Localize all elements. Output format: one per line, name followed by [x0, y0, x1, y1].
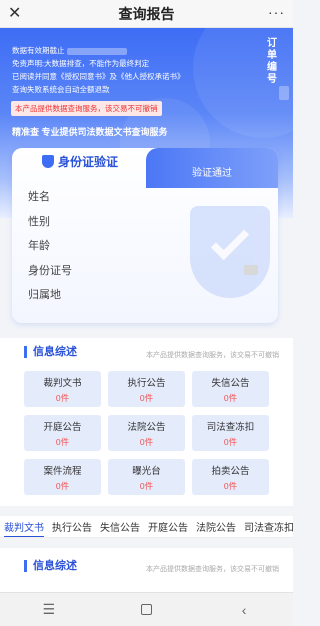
- notice-line[interactable]: 已阅读并同意《授权同意书》及《他人授权承诺书》: [12, 70, 232, 83]
- summary-item-court-notices[interactable]: 法院公告 0件: [108, 415, 185, 451]
- info-summary-section-2: 信息综述 本产品提供数据查询服务，该交易不可撤销: [0, 548, 293, 592]
- info-summary-section: 信息综述 本产品提供数据查询服务，该交易不可撤销 裁判文书 0件 执行公告 0件 失…: [0, 338, 293, 506]
- tab-dishonest[interactable]: 失信公告: [100, 519, 140, 534]
- section-title: 信息综述: [24, 560, 77, 572]
- redacted-value: [279, 86, 289, 100]
- tab-hearings[interactable]: 开庭公告: [148, 519, 188, 534]
- close-icon[interactable]: ✕: [8, 5, 21, 23]
- verification-status-badge: 验证通过: [146, 148, 278, 188]
- summary-item-judgments[interactable]: 裁判文书 0件: [24, 371, 101, 407]
- id-field-region: 归属地: [28, 289, 61, 302]
- id-verification-card: 身份证验证 验证通过 姓名 性别 年龄 身份证号 归属地: [12, 148, 278, 323]
- section-title: 信息综述: [24, 346, 77, 358]
- tab-enforcement[interactable]: 执行公告: [52, 519, 92, 534]
- tab-court-notices[interactable]: 法院公告: [196, 519, 236, 534]
- service-tagline: 精准查 专业提供司法数据文书查询服务: [12, 127, 168, 137]
- summary-item-asset-freeze[interactable]: 司法查冻扣 0件: [192, 415, 269, 451]
- id-field-age: 年龄: [28, 240, 50, 253]
- more-icon[interactable]: ···: [268, 4, 285, 20]
- summary-grid: 裁判文书 0件 执行公告 0件 失信公告 0件 开庭公告 0件 法院公告 0件 司法查冻扣…: [24, 371, 269, 495]
- notice-line: 免责声明:大数据排查，不能作为最终判定: [12, 59, 150, 68]
- notice-block: 数据有效期截止 免责声明:大数据排查，不能作为最终判定 已阅读并同意《授权同意书…: [12, 44, 232, 96]
- section-note: 本产品提供数据查询服务，该交易不可撤销: [146, 566, 279, 573]
- tab-asset-freeze[interactable]: 司法查冻扣: [244, 519, 293, 534]
- redacted-value: [244, 264, 258, 275]
- id-card-title: 身份证验证: [12, 148, 150, 174]
- shield-icon: [42, 155, 54, 168]
- id-field-id-number: 身份证号: [28, 258, 258, 283]
- summary-item-exposure[interactable]: 曝光台 0件: [108, 459, 185, 495]
- system-nav-bar: ☰ ‹: [0, 592, 293, 626]
- warning-badge: 本产品提供数据查询服务，该交易不可撤销: [11, 101, 162, 116]
- order-number-label: 订单编号: [267, 38, 277, 85]
- category-tabs: 裁判文书 执行公告 失信公告 开庭公告 法院公告 司法查冻扣: [0, 516, 293, 538]
- section-note: 本产品提供数据查询服务，该交易不可撤销: [146, 352, 279, 359]
- id-field-name: 姓名: [28, 191, 50, 204]
- summary-item-auctions[interactable]: 拍卖公告 0件: [192, 459, 269, 495]
- home-icon[interactable]: [126, 602, 166, 618]
- notice-line: 查询失败系统会自动全额退款: [12, 85, 110, 94]
- id-field-list: 姓名 性别 年龄 身份证号 归属地: [28, 184, 258, 307]
- menu-icon[interactable]: ☰: [29, 601, 69, 618]
- tab-judgments[interactable]: 裁判文书: [4, 519, 44, 537]
- back-icon[interactable]: ‹: [224, 602, 264, 618]
- summary-item-case-process[interactable]: 案件流程 0件: [24, 459, 101, 495]
- notice-line: 数据有效期截止: [12, 44, 232, 57]
- redacted-value: [66, 47, 127, 55]
- summary-item-hearings[interactable]: 开庭公告 0件: [24, 415, 101, 451]
- summary-item-enforcement[interactable]: 执行公告 0件: [108, 371, 185, 407]
- summary-item-dishonest[interactable]: 失信公告 0件: [192, 371, 269, 407]
- id-field-gender: 性别: [28, 215, 50, 228]
- title-bar: ✕ 查询报告 ···: [0, 0, 293, 28]
- page-title: 查询报告: [118, 5, 175, 22]
